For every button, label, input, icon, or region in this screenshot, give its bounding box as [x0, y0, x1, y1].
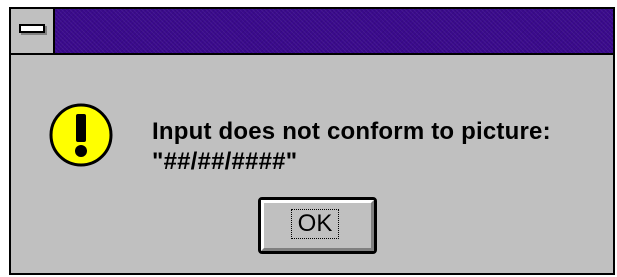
title-bar[interactable]	[11, 9, 613, 55]
dialog-body: Input does not conform to picture: "##/#…	[11, 55, 613, 273]
message-line-1: Input does not conform to picture:	[152, 118, 551, 145]
system-menu-button[interactable]	[11, 9, 55, 53]
message-line-2: "##/##/####"	[152, 148, 298, 175]
dialog-message: Input does not conform to picture: "##/#…	[152, 117, 602, 177]
ok-button[interactable]: OK	[258, 197, 377, 254]
ok-button-label: OK	[291, 209, 339, 239]
exclamation-icon	[49, 103, 113, 167]
message-dialog: Input does not conform to picture: "##/#…	[9, 7, 615, 275]
system-menu-icon	[19, 24, 45, 33]
